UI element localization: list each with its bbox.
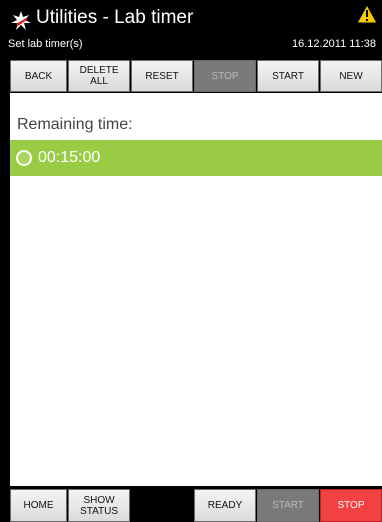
back-button[interactable]: BACK bbox=[10, 60, 68, 92]
top-toolbar: BACK DELETE ALL RESET STOP START NEW bbox=[0, 60, 382, 92]
stop-button[interactable]: STOP bbox=[194, 60, 257, 92]
tool-logo-icon bbox=[11, 11, 31, 30]
lab-timer-screen: Utilities - Lab timer Set lab timer(s) 1… bbox=[0, 0, 382, 522]
datetime-label: 16.12.2011 11:38 bbox=[291, 38, 376, 50]
header-bar: Utilities - Lab timer Set lab timer(s) 1… bbox=[0, 0, 382, 60]
page-title: Utilities - Lab timer bbox=[36, 7, 194, 28]
bottom-start-button[interactable]: START bbox=[257, 489, 319, 522]
bottom-toolbar: HOME SHOW STATUS READY START STOP bbox=[0, 489, 382, 522]
bottom-stop-button[interactable]: STOP bbox=[319, 489, 382, 522]
delete-all-button[interactable]: DELETE ALL bbox=[68, 60, 131, 92]
warning-triangle-icon[interactable] bbox=[356, 4, 378, 24]
timer-radio-icon[interactable] bbox=[16, 150, 32, 166]
main-panel: Remaining time: 00:15:00 bbox=[10, 93, 382, 486]
new-button[interactable]: NEW bbox=[320, 60, 382, 92]
ready-button[interactable]: READY bbox=[194, 489, 256, 522]
home-button[interactable]: HOME bbox=[10, 489, 68, 522]
page-subtitle: Set lab timer(s) bbox=[8, 38, 83, 50]
timer-list-item[interactable]: 00:15:00 bbox=[10, 140, 382, 176]
timer-value: 00:15:00 bbox=[38, 149, 101, 166]
start-button[interactable]: START bbox=[257, 60, 320, 92]
show-status-button[interactable]: SHOW STATUS bbox=[68, 489, 131, 522]
reset-button[interactable]: RESET bbox=[131, 60, 194, 92]
remaining-time-label: Remaining time: bbox=[17, 116, 133, 133]
empty-slot bbox=[131, 489, 194, 522]
